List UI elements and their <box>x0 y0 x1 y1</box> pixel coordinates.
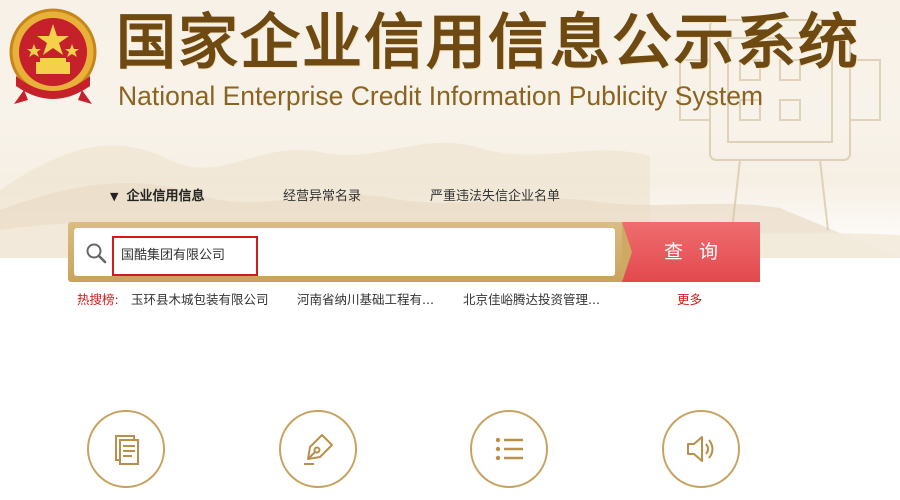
tab-label: 企业信用信息 <box>126 189 205 204</box>
tab-abnormal-operation-list[interactable]: 经营异常名录 <box>283 186 361 208</box>
caret-down-icon: ▼ <box>110 190 119 203</box>
tab-label: 严重违法失信企业名单 <box>430 189 561 204</box>
feature-announcement-button[interactable] <box>662 410 740 488</box>
header-banner: 国家企业信用信息公示系统 National Enterprise Credit … <box>0 0 900 258</box>
feature-list-button[interactable] <box>470 410 548 488</box>
hot-search-item[interactable]: 玉环县木城包装有限公司 <box>131 291 269 309</box>
hot-search-item[interactable]: 北京佳峪腾达投资管理... <box>463 291 600 309</box>
document-icon <box>115 435 139 465</box>
national-emblem-icon <box>9 8 97 104</box>
more-link[interactable]: 更多 <box>677 291 702 309</box>
search-category-tabs: ▼ 企业信用信息 经营异常名录 严重违法失信企业名单 <box>0 186 900 210</box>
hot-search-item[interactable]: 河南省纳川基础工程有... <box>297 291 434 309</box>
search-input[interactable]: 国酷集团有限公司 <box>112 236 258 276</box>
feature-document-button[interactable] <box>87 410 165 488</box>
list-icon <box>495 437 523 461</box>
hot-searches-label: 热搜榜: <box>77 292 119 307</box>
speaker-icon <box>687 436 714 462</box>
search-button-label: 查询 <box>663 241 734 263</box>
search-box: 国酷集团有限公司 <box>74 228 615 276</box>
pen-icon <box>304 434 333 465</box>
feature-pen-button[interactable] <box>279 410 357 488</box>
page-title: 国家企业信用信息公示系统 <box>116 8 860 78</box>
search-icon <box>86 243 107 264</box>
tab-enterprise-credit-info[interactable]: ▼ 企业信用信息 <box>110 186 204 208</box>
tab-serious-dishonesty-list[interactable]: 严重违法失信企业名单 <box>430 186 560 208</box>
tab-label: 经营异常名录 <box>283 189 362 204</box>
hot-searches: 热搜榜: 玉环县木城包装有限公司 河南省纳川基础工程有... 北京佳峪腾达投资管… <box>77 291 717 309</box>
search-button[interactable]: 查询 <box>622 222 760 282</box>
page-subtitle: National Enterprise Credit Information P… <box>118 81 764 111</box>
button-notch <box>622 222 632 282</box>
search-bar: 国酷集团有限公司 <box>68 222 624 282</box>
